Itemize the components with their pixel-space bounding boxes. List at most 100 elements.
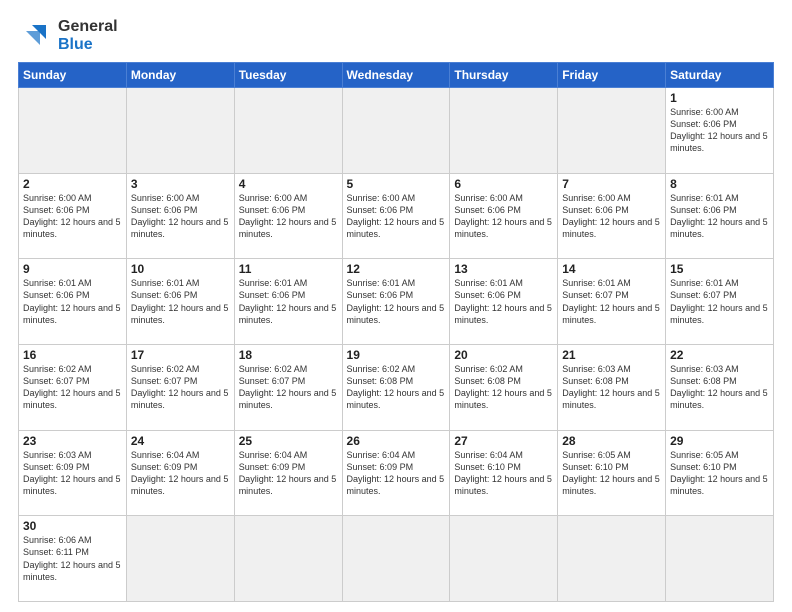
calendar-week-1: 1Sunrise: 6:00 AMSunset: 6:06 PMDaylight… — [19, 88, 774, 174]
day-number: 29 — [670, 434, 769, 448]
calendar-day: 13Sunrise: 6:01 AMSunset: 6:06 PMDayligh… — [450, 259, 558, 345]
day-number: 24 — [131, 434, 230, 448]
day-info: Sunrise: 6:03 AMSunset: 6:09 PMDaylight:… — [23, 449, 122, 498]
day-info: Sunrise: 6:01 AMSunset: 6:06 PMDaylight:… — [239, 277, 338, 326]
day-info: Sunrise: 6:02 AMSunset: 6:07 PMDaylight:… — [23, 363, 122, 412]
calendar-day — [342, 88, 450, 174]
header: General Blue — [18, 18, 774, 54]
day-number: 8 — [670, 177, 769, 191]
day-number: 9 — [23, 262, 122, 276]
day-info: Sunrise: 6:03 AMSunset: 6:08 PMDaylight:… — [670, 363, 769, 412]
calendar-day — [126, 516, 234, 602]
day-info: Sunrise: 6:04 AMSunset: 6:09 PMDaylight:… — [347, 449, 446, 498]
calendar-day — [558, 88, 666, 174]
day-info: Sunrise: 6:00 AMSunset: 6:06 PMDaylight:… — [131, 192, 230, 241]
calendar-day: 14Sunrise: 6:01 AMSunset: 6:07 PMDayligh… — [558, 259, 666, 345]
calendar-day: 6Sunrise: 6:00 AMSunset: 6:06 PMDaylight… — [450, 173, 558, 259]
calendar-day: 24Sunrise: 6:04 AMSunset: 6:09 PMDayligh… — [126, 430, 234, 516]
logo: General Blue — [18, 18, 118, 54]
calendar-day — [234, 88, 342, 174]
calendar-table: SundayMondayTuesdayWednesdayThursdayFrid… — [18, 62, 774, 602]
day-info: Sunrise: 6:00 AMSunset: 6:06 PMDaylight:… — [454, 192, 553, 241]
calendar-day: 27Sunrise: 6:04 AMSunset: 6:10 PMDayligh… — [450, 430, 558, 516]
day-number: 25 — [239, 434, 338, 448]
day-info: Sunrise: 6:06 AMSunset: 6:11 PMDaylight:… — [23, 534, 122, 583]
calendar-day: 4Sunrise: 6:00 AMSunset: 6:06 PMDaylight… — [234, 173, 342, 259]
calendar-day — [558, 516, 666, 602]
calendar-week-4: 16Sunrise: 6:02 AMSunset: 6:07 PMDayligh… — [19, 344, 774, 430]
calendar-day: 25Sunrise: 6:04 AMSunset: 6:09 PMDayligh… — [234, 430, 342, 516]
calendar-day: 2Sunrise: 6:00 AMSunset: 6:06 PMDaylight… — [19, 173, 127, 259]
calendar-day — [19, 88, 127, 174]
calendar-week-5: 23Sunrise: 6:03 AMSunset: 6:09 PMDayligh… — [19, 430, 774, 516]
calendar-day — [666, 516, 774, 602]
day-number: 11 — [239, 262, 338, 276]
calendar-week-6: 30Sunrise: 6:06 AMSunset: 6:11 PMDayligh… — [19, 516, 774, 602]
calendar-day: 29Sunrise: 6:05 AMSunset: 6:10 PMDayligh… — [666, 430, 774, 516]
weekday-header-wednesday: Wednesday — [342, 63, 450, 88]
weekday-header-sunday: Sunday — [19, 63, 127, 88]
calendar-week-3: 9Sunrise: 6:01 AMSunset: 6:06 PMDaylight… — [19, 259, 774, 345]
calendar-header: SundayMondayTuesdayWednesdayThursdayFrid… — [19, 63, 774, 88]
calendar-day: 17Sunrise: 6:02 AMSunset: 6:07 PMDayligh… — [126, 344, 234, 430]
calendar-day — [450, 516, 558, 602]
day-number: 15 — [670, 262, 769, 276]
day-number: 4 — [239, 177, 338, 191]
day-number: 22 — [670, 348, 769, 362]
day-number: 26 — [347, 434, 446, 448]
calendar-day: 16Sunrise: 6:02 AMSunset: 6:07 PMDayligh… — [19, 344, 127, 430]
calendar-day: 19Sunrise: 6:02 AMSunset: 6:08 PMDayligh… — [342, 344, 450, 430]
day-number: 14 — [562, 262, 661, 276]
calendar-day: 15Sunrise: 6:01 AMSunset: 6:07 PMDayligh… — [666, 259, 774, 345]
day-number: 13 — [454, 262, 553, 276]
day-info: Sunrise: 6:04 AMSunset: 6:09 PMDaylight:… — [131, 449, 230, 498]
day-info: Sunrise: 6:00 AMSunset: 6:06 PMDaylight:… — [670, 106, 769, 155]
day-info: Sunrise: 6:00 AMSunset: 6:06 PMDaylight:… — [347, 192, 446, 241]
day-info: Sunrise: 6:02 AMSunset: 6:07 PMDaylight:… — [131, 363, 230, 412]
day-number: 5 — [347, 177, 446, 191]
day-number: 19 — [347, 348, 446, 362]
day-info: Sunrise: 6:00 AMSunset: 6:06 PMDaylight:… — [23, 192, 122, 241]
day-number: 23 — [23, 434, 122, 448]
day-info: Sunrise: 6:01 AMSunset: 6:06 PMDaylight:… — [347, 277, 446, 326]
day-info: Sunrise: 6:05 AMSunset: 6:10 PMDaylight:… — [562, 449, 661, 498]
calendar-day: 22Sunrise: 6:03 AMSunset: 6:08 PMDayligh… — [666, 344, 774, 430]
calendar-day: 12Sunrise: 6:01 AMSunset: 6:06 PMDayligh… — [342, 259, 450, 345]
day-number: 21 — [562, 348, 661, 362]
weekday-header-friday: Friday — [558, 63, 666, 88]
day-info: Sunrise: 6:01 AMSunset: 6:07 PMDaylight:… — [670, 277, 769, 326]
calendar-week-2: 2Sunrise: 6:00 AMSunset: 6:06 PMDaylight… — [19, 173, 774, 259]
day-number: 18 — [239, 348, 338, 362]
calendar-body: 1Sunrise: 6:00 AMSunset: 6:06 PMDaylight… — [19, 88, 774, 602]
calendar-day — [126, 88, 234, 174]
calendar-day: 23Sunrise: 6:03 AMSunset: 6:09 PMDayligh… — [19, 430, 127, 516]
day-number: 2 — [23, 177, 122, 191]
day-number: 3 — [131, 177, 230, 191]
calendar-day: 9Sunrise: 6:01 AMSunset: 6:06 PMDaylight… — [19, 259, 127, 345]
calendar-day: 18Sunrise: 6:02 AMSunset: 6:07 PMDayligh… — [234, 344, 342, 430]
calendar-day — [342, 516, 450, 602]
weekday-header-monday: Monday — [126, 63, 234, 88]
day-info: Sunrise: 6:02 AMSunset: 6:08 PMDaylight:… — [454, 363, 553, 412]
day-info: Sunrise: 6:00 AMSunset: 6:06 PMDaylight:… — [562, 192, 661, 241]
calendar-day: 21Sunrise: 6:03 AMSunset: 6:08 PMDayligh… — [558, 344, 666, 430]
page: General Blue SundayMondayTuesdayWednesda… — [0, 0, 792, 612]
day-info: Sunrise: 6:02 AMSunset: 6:08 PMDaylight:… — [347, 363, 446, 412]
weekday-header-tuesday: Tuesday — [234, 63, 342, 88]
day-info: Sunrise: 6:05 AMSunset: 6:10 PMDaylight:… — [670, 449, 769, 498]
calendar-day: 10Sunrise: 6:01 AMSunset: 6:06 PMDayligh… — [126, 259, 234, 345]
day-info: Sunrise: 6:01 AMSunset: 6:06 PMDaylight:… — [23, 277, 122, 326]
calendar-day: 28Sunrise: 6:05 AMSunset: 6:10 PMDayligh… — [558, 430, 666, 516]
day-number: 17 — [131, 348, 230, 362]
calendar-day: 8Sunrise: 6:01 AMSunset: 6:06 PMDaylight… — [666, 173, 774, 259]
day-number: 1 — [670, 91, 769, 105]
day-number: 7 — [562, 177, 661, 191]
day-info: Sunrise: 6:04 AMSunset: 6:09 PMDaylight:… — [239, 449, 338, 498]
calendar-day: 1Sunrise: 6:00 AMSunset: 6:06 PMDaylight… — [666, 88, 774, 174]
calendar-day: 3Sunrise: 6:00 AMSunset: 6:06 PMDaylight… — [126, 173, 234, 259]
weekday-header-saturday: Saturday — [666, 63, 774, 88]
calendar-day: 26Sunrise: 6:04 AMSunset: 6:09 PMDayligh… — [342, 430, 450, 516]
day-info: Sunrise: 6:00 AMSunset: 6:06 PMDaylight:… — [239, 192, 338, 241]
weekday-row: SundayMondayTuesdayWednesdayThursdayFrid… — [19, 63, 774, 88]
calendar-day — [450, 88, 558, 174]
